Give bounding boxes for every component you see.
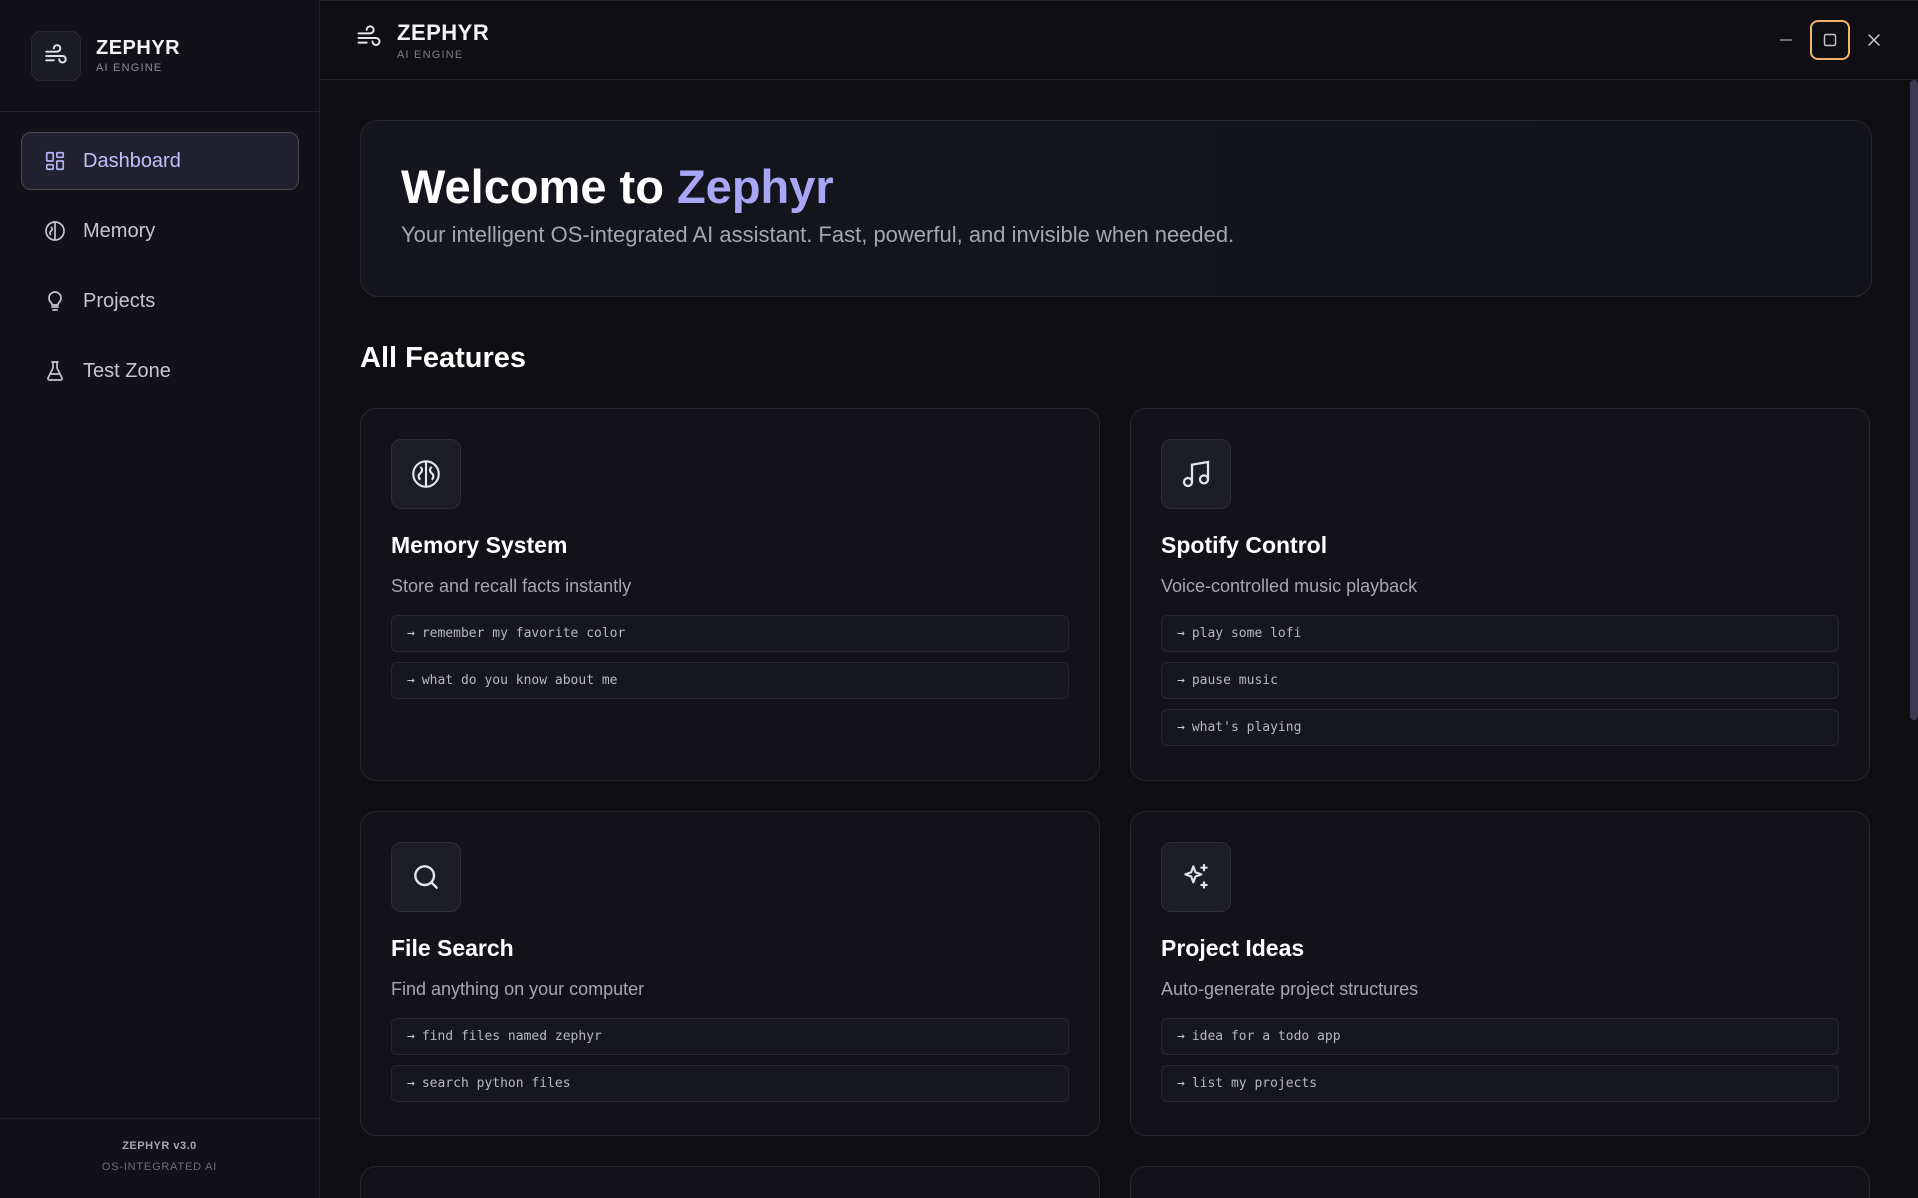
welcome-subtitle: Your intelligent OS-integrated AI assist…	[401, 222, 1235, 247]
dashboard-content: Welcome to Zephyr Your intelligent OS-in…	[360, 120, 1872, 1198]
welcome-title: Welcome to Zephyr	[401, 159, 1871, 214]
feature-card-spotify: Spotify Control Voice-controlled music p…	[1130, 408, 1870, 781]
sidebar-item-label: Dashboard	[83, 149, 181, 172]
feature-title: Project Ideas	[1161, 935, 1305, 961]
command-text: list my projects	[1191, 1076, 1318, 1091]
features-heading: All Features	[360, 342, 526, 374]
feature-card-memory: Memory System Store and recall facts ins…	[360, 408, 1100, 781]
feature-description: Voice-controlled music playback	[1161, 576, 1418, 596]
arrow-right-icon: →	[1177, 1076, 1185, 1091]
lightbulb-icon	[43, 289, 67, 313]
dashboard-grid-icon	[43, 149, 67, 173]
brand-title: ZEPHYR	[96, 37, 181, 59]
arrow-right-icon: →	[407, 626, 415, 641]
search-icon	[391, 842, 461, 912]
example-command[interactable]: → what do you know about me	[391, 662, 1069, 699]
wind-icon	[355, 24, 383, 57]
welcome-title-accent: Zephyr	[676, 160, 834, 213]
command-text: remember my favorite color	[421, 626, 626, 641]
command-text: pause music	[1191, 673, 1278, 688]
close-icon	[1868, 34, 1880, 46]
brain-icon	[43, 219, 67, 243]
arrow-right-icon: →	[1177, 1029, 1185, 1044]
sidebar-item-memory[interactable]: Memory	[21, 202, 299, 260]
sidebar-item-test-zone[interactable]: Test Zone	[21, 342, 299, 400]
example-command[interactable]: → list my projects	[1161, 1065, 1839, 1102]
example-commands: → find files named zephyr → search python …	[391, 1018, 1069, 1102]
feature-title: Memory System	[391, 532, 568, 558]
welcome-title-prefix: Welcome to	[401, 160, 677, 213]
feature-description: Find anything on your computer	[391, 979, 645, 999]
music-note-icon	[1161, 439, 1231, 509]
tagline-label: OS-INTEGRATED AI	[101, 1161, 218, 1173]
feature-title: Spotify Control	[1161, 532, 1328, 558]
close-button[interactable]	[1854, 20, 1894, 60]
feature-card-partial	[360, 1166, 1100, 1198]
example-commands: → idea for a todo app → list my projects	[1161, 1018, 1839, 1102]
brand-subtitle: AI ENGINE	[96, 62, 163, 74]
scrollbar-thumb[interactable]	[1910, 80, 1918, 720]
flask-icon	[43, 359, 67, 383]
maximize-button[interactable]	[1810, 20, 1850, 60]
sidebar-item-label: Projects	[83, 289, 156, 312]
minimize-button[interactable]	[1766, 20, 1806, 60]
window-controls	[1766, 0, 1918, 80]
example-command[interactable]: → remember my favorite color	[391, 615, 1069, 652]
topbar-title: ZEPHYR	[397, 19, 490, 45]
sidebar-item-dashboard[interactable]: Dashboard	[21, 132, 299, 190]
sidebar-item-label: Memory	[83, 219, 156, 242]
example-command[interactable]: → find files named zephyr	[391, 1018, 1069, 1055]
sidebar-brand: ZEPHYR AI ENGINE	[0, 0, 319, 112]
top-bar: ZEPHYR AI ENGINE	[320, 0, 1918, 80]
example-commands: → play some lofi → pause music → what's pla…	[1161, 615, 1839, 746]
command-text: search python files	[421, 1076, 571, 1091]
sidebar-item-label: Test Zone	[83, 359, 171, 382]
example-command[interactable]: → play some lofi	[1161, 615, 1839, 652]
command-text: idea for a todo app	[1191, 1029, 1341, 1044]
command-text: play some lofi	[1191, 626, 1302, 641]
sidebar: ZEPHYR AI ENGINE Dashboard Memory Projec…	[0, 0, 320, 1198]
arrow-right-icon: →	[1177, 673, 1185, 688]
wind-icon	[31, 30, 81, 81]
feature-card-project-ideas: Project Ideas Auto-generate project stru…	[1130, 811, 1870, 1136]
sparkles-icon	[1161, 842, 1231, 912]
feature-description: Store and recall facts instantly	[391, 576, 632, 596]
maximize-icon	[1823, 33, 1837, 47]
example-command[interactable]: → what's playing	[1161, 709, 1839, 746]
command-text: find files named zephyr	[421, 1029, 602, 1044]
arrow-right-icon: →	[1177, 626, 1185, 641]
sidebar-nav: Dashboard Memory Projects Test Zone	[0, 112, 319, 400]
brain-icon	[391, 439, 461, 509]
feature-card-file-search: File Search Find anything on your comput…	[360, 811, 1100, 1136]
example-command[interactable]: → pause music	[1161, 662, 1839, 699]
feature-description: Auto-generate project structures	[1161, 979, 1419, 999]
example-commands: → remember my favorite color → what do you…	[391, 615, 1069, 699]
feature-card-partial	[1130, 1166, 1870, 1198]
main-area: ZEPHYR AI ENGINE Welcome to Zephyr Your …	[320, 0, 1918, 1198]
example-command[interactable]: → idea for a todo app	[1161, 1018, 1839, 1055]
arrow-right-icon: →	[407, 1029, 415, 1044]
example-command[interactable]: → search python files	[391, 1065, 1069, 1102]
topbar-subtitle: AI ENGINE	[397, 48, 464, 61]
command-text: what do you know about me	[421, 673, 618, 688]
arrow-right-icon: →	[407, 673, 415, 688]
version-label: ZEPHYR v3.0	[122, 1140, 197, 1152]
scrollbar[interactable]	[1910, 80, 1918, 1198]
command-text: what's playing	[1191, 720, 1302, 735]
arrow-right-icon: →	[407, 1076, 415, 1091]
minimize-icon	[1780, 39, 1792, 41]
welcome-banner: Welcome to Zephyr Your intelligent OS-in…	[360, 120, 1872, 297]
arrow-right-icon: →	[1177, 720, 1185, 735]
sidebar-footer: ZEPHYR v3.0 OS-INTEGRATED AI	[0, 1118, 319, 1198]
sidebar-item-projects[interactable]: Projects	[21, 272, 299, 330]
feature-title: File Search	[391, 935, 514, 961]
app-window: ZEPHYR AI ENGINE Dashboard Memory Projec…	[0, 0, 1918, 1198]
